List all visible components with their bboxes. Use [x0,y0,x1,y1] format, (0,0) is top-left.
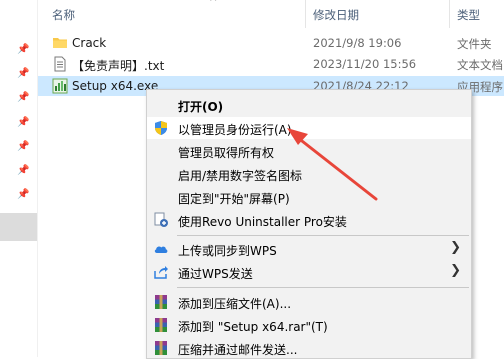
menu-item-compress-email[interactable]: 压缩并通过邮件发送... [147,337,471,359]
menu-item-take-ownership[interactable]: 管理员取得所有权 [147,140,471,162]
file-date: 2021/9/8 19:06 [313,36,402,50]
cloud-icon [154,246,168,253]
menu-item-label: 管理员取得所有权 [178,146,275,160]
column-header-bar: ^ 名称 修改日期 类型 [38,0,504,28]
file-name: 【免责声明】.txt [72,59,165,73]
file-date: 2023/11/20 15:56 [313,57,417,71]
menu-separator [177,235,469,236]
menu-item-revo-install[interactable]: 使用Revo Uninstaller Pro安装 [147,209,471,231]
sort-ascending-icon: ^ [209,0,218,8]
navigation-pane: 📌 📌 📌 📌 📌 📌 📌 [0,0,37,357]
menu-item-label: 上传或同步到WPS [178,244,277,258]
navigation-selected-item[interactable] [0,213,37,241]
menu-item-open[interactable]: 打开(O) [147,94,471,116]
file-row-disclaimer[interactable]: 【免责声明】.txt 2023/11/20 15:56 文本文档 [38,54,504,74]
file-type: 文本文档 [457,58,503,72]
menu-item-pin-to-start[interactable]: 固定到"开始"屏幕(P) [147,186,471,208]
column-header-name[interactable]: 名称 [52,7,75,23]
pin-icon: 📌 [17,165,30,176]
menu-item-add-to-archive[interactable]: 添加到压缩文件(A)... [147,291,471,313]
context-menu: 打开(O) 以管理员身份运行(A) 管理员取得所有权 启用/禁用数字签名图标 固… [146,89,472,359]
winrar-icon [155,295,167,309]
winrar-icon [155,318,167,332]
chevron-right-icon: ❯ [450,240,461,255]
uac-shield-icon [155,121,167,135]
menu-item-label: 添加到压缩文件(A)... [178,297,292,311]
menu-item-wps-send[interactable]: 通过WPS发送 ❯ [147,261,471,283]
menu-item-label: 启用/禁用数字签名图标 [178,169,303,183]
column-header-type[interactable]: 类型 [457,7,480,23]
menu-item-label: 以管理员身份运行(A) [178,123,292,137]
text-file-icon [54,56,66,72]
chevron-right-icon: ❯ [450,263,461,278]
column-header-modified[interactable]: 修改日期 [313,7,359,23]
menu-item-label: 使用Revo Uninstaller Pro安装 [178,215,347,229]
installer-icon [52,78,68,94]
folder-icon [53,38,67,48]
menu-item-label: 通过WPS发送 [178,267,253,281]
menu-item-label: 压缩并通过邮件发送... [178,343,298,357]
pin-icon: 📌 [17,141,30,152]
menu-separator [177,287,469,288]
menu-item-add-to-setup-rar[interactable]: 添加到 "Setup x64.rar"(T) [147,314,471,336]
column-separator[interactable] [305,0,306,28]
share-icon [154,266,168,279]
file-name: Crack [72,36,107,50]
pin-icon: 📌 [17,92,30,103]
pin-icon: 📌 [17,44,30,55]
column-separator[interactable] [449,0,450,28]
winrar-icon [155,341,167,355]
file-row-crack[interactable]: Crack 2021/9/8 19:06 文件夹 [38,33,504,53]
revo-icon [154,212,168,227]
file-type: 文件夹 [457,37,492,51]
pin-icon: 📌 [17,189,30,200]
menu-item-label: 固定到"开始"屏幕(P) [178,192,290,206]
menu-item-label: 添加到 "Setup x64.rar"(T) [178,320,328,334]
menu-item-wps-upload[interactable]: 上传或同步到WPS ❯ [147,238,471,260]
menu-item-run-as-admin[interactable]: 以管理员身份运行(A) [147,117,471,139]
pin-icon: 📌 [17,117,30,128]
menu-item-signature-icon[interactable]: 启用/禁用数字签名图标 [147,163,471,185]
menu-item-label: 打开(O) [178,100,224,114]
pin-icon: 📌 [17,68,30,79]
